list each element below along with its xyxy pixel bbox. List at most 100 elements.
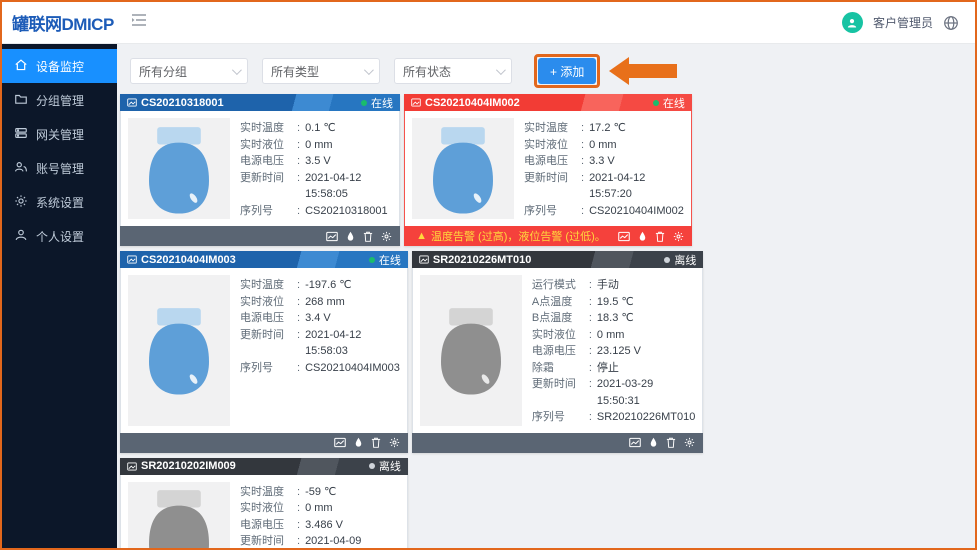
field-label: 除霜 xyxy=(532,360,584,377)
type-filter-select[interactable]: 所有类型 xyxy=(262,58,380,84)
status-badge: 在线 xyxy=(361,95,393,111)
user-name[interactable]: 客户管理员 xyxy=(873,14,933,31)
trash-icon[interactable] xyxy=(363,231,373,242)
field-label: 实时温度 xyxy=(240,484,292,501)
field-value: 0 mm xyxy=(597,327,625,344)
status-badge: 离线 xyxy=(664,252,696,268)
field-value: 2021-04-09 15:53:20 xyxy=(305,533,400,548)
warning-message: 温度告警 (过高)，液位告警 (过低)。 xyxy=(431,228,606,244)
avatar[interactable] xyxy=(842,12,863,33)
gear-icon[interactable] xyxy=(684,437,695,448)
annotation-arrow xyxy=(609,57,677,85)
field-label: 实时液位 xyxy=(240,500,292,517)
field-value: 17.2 ℃ xyxy=(589,120,626,137)
sidebar-item-gateway-mgmt[interactable]: 网关管理 xyxy=(2,117,117,151)
droplet-icon[interactable] xyxy=(638,231,647,242)
field-separator: : xyxy=(297,120,300,137)
field-separator: : xyxy=(589,294,592,311)
card-header: CS20210404IM003 在线 xyxy=(120,251,408,268)
status-label: 离线 xyxy=(674,252,696,268)
device-card[interactable]: CS20210404IM003 在线 实时温度:-197.6 ℃ 实时液位:26… xyxy=(120,251,408,453)
droplet-icon[interactable] xyxy=(354,437,363,448)
device-title: CS20210404IM002 xyxy=(425,97,520,109)
field-value: CS20210318001 xyxy=(305,203,388,220)
device-card[interactable]: CS20210404IM002 在线 实时温度:17.2 ℃ 实时液位:0 mm… xyxy=(404,94,692,246)
field-value: -59 ℃ xyxy=(305,484,336,501)
field-value: 停止 xyxy=(597,360,619,377)
field-separator: : xyxy=(589,277,592,294)
device-card[interactable]: SR20210226MT010 离线 运行模式:手动 A点温度:19.5 ℃ B… xyxy=(412,251,704,453)
field-value: SR20210226MT010 xyxy=(597,409,695,426)
status-badge: 离线 xyxy=(369,458,401,474)
field-separator: : xyxy=(297,153,300,170)
globe-icon[interactable] xyxy=(943,15,959,31)
status-filter-select[interactable]: 所有状态 xyxy=(394,58,512,84)
annotation-highlight-box: + 添加 xyxy=(534,54,600,88)
field-value: 0 mm xyxy=(305,137,333,154)
card-body: 实时温度:-197.6 ℃ 实时液位:268 mm 电源电压:3.4 V 更新时… xyxy=(120,268,408,433)
group-filter-value: 所有分组 xyxy=(139,63,187,80)
add-device-button[interactable]: + 添加 xyxy=(538,58,596,84)
device-image-icon xyxy=(127,255,137,264)
field-list: 实时温度:-197.6 ℃ 实时液位:268 mm 电源电压:3.4 V 更新时… xyxy=(240,275,400,426)
droplet-icon[interactable] xyxy=(649,437,658,448)
tank-image xyxy=(128,275,230,426)
card-body: 实时温度:-59 ℃ 实时液位:0 mm 电源电压:3.486 V 更新时间:2… xyxy=(120,475,408,549)
app-logo: 罐联网DMICP xyxy=(2,10,117,35)
field-label: 电源电压 xyxy=(240,517,292,534)
gear-icon[interactable] xyxy=(381,231,392,242)
field-label: 更新时间 xyxy=(532,376,584,409)
field-value: 2021-04-12 15:58:05 xyxy=(305,170,392,203)
status-filter-value: 所有状态 xyxy=(403,63,451,80)
field-separator: : xyxy=(297,500,300,517)
layout: 设备监控 分组管理 网关管理 账号管理 系统设置 个人设置 xyxy=(2,44,975,548)
field-separator: : xyxy=(297,137,300,154)
field-value: CS20210404IM002 xyxy=(589,203,684,220)
field-separator: : xyxy=(581,203,584,220)
field-list: 实时温度:-59 ℃ 实时液位:0 mm 电源电压:3.486 V 更新时间:2… xyxy=(240,482,400,549)
chart-icon[interactable] xyxy=(334,437,346,448)
device-card[interactable]: CS20210318001 在线 实时温度:0.1 ℃ 实时液位:0 mm 电源… xyxy=(120,94,400,246)
sidebar-collapse-button[interactable] xyxy=(131,13,147,32)
field-label: 电源电压 xyxy=(524,153,576,170)
chart-icon[interactable] xyxy=(326,231,338,242)
field-value: 3.5 V xyxy=(305,153,331,170)
chart-icon[interactable] xyxy=(618,231,630,242)
trash-icon[interactable] xyxy=(666,437,676,448)
trash-icon[interactable] xyxy=(655,231,665,242)
device-card[interactable]: SR20210202IM009 离线 实时温度:-59 ℃ 实时液位:0 mm … xyxy=(120,458,408,549)
warning-triangle-icon: ▲ xyxy=(416,230,427,242)
card-footer xyxy=(412,433,704,453)
trash-icon[interactable] xyxy=(371,437,381,448)
droplet-icon[interactable] xyxy=(346,231,355,242)
device-title: CS20210404IM003 xyxy=(141,254,236,266)
alarm-warning-text: ▲ 温度告警 (过高)，液位告警 (过低)。 xyxy=(412,228,610,244)
group-filter-select[interactable]: 所有分组 xyxy=(130,58,248,84)
field-separator: : xyxy=(581,170,584,203)
users-icon xyxy=(14,160,28,177)
chart-icon[interactable] xyxy=(629,437,641,448)
device-card-grid: CS20210318001 在线 实时温度:0.1 ℃ 实时液位:0 mm 电源… xyxy=(117,94,975,548)
status-label: 在线 xyxy=(379,252,401,268)
field-list: 运行模式:手动 A点温度:19.5 ℃ B点温度:18.3 ℃ 实时液位:0 m… xyxy=(532,275,696,426)
chevron-down-icon xyxy=(496,65,506,75)
gear-icon[interactable] xyxy=(673,231,684,242)
sidebar-item-label: 个人设置 xyxy=(36,228,84,245)
field-label: 实时温度 xyxy=(240,120,292,137)
sidebar-item-device-monitor[interactable]: 设备监控 xyxy=(2,49,117,83)
sidebar-item-personal-settings[interactable]: 个人设置 xyxy=(2,219,117,253)
field-label: 更新时间 xyxy=(524,170,576,203)
gear-icon[interactable] xyxy=(389,437,400,448)
field-label: 运行模式 xyxy=(532,277,584,294)
sidebar-item-group-mgmt[interactable]: 分组管理 xyxy=(2,83,117,117)
sidebar-item-account-mgmt[interactable]: 账号管理 xyxy=(2,151,117,185)
user-icon xyxy=(14,228,28,245)
sidebar-item-system-settings[interactable]: 系统设置 xyxy=(2,185,117,219)
status-dot xyxy=(361,100,367,106)
main-content: 所有分组 所有类型 所有状态 + 添加 xyxy=(117,44,975,548)
device-image-icon xyxy=(419,255,429,264)
field-separator: : xyxy=(297,170,300,203)
arrow-shaft xyxy=(629,64,677,78)
field-separator: : xyxy=(297,294,300,311)
field-label: 电源电压 xyxy=(240,153,292,170)
